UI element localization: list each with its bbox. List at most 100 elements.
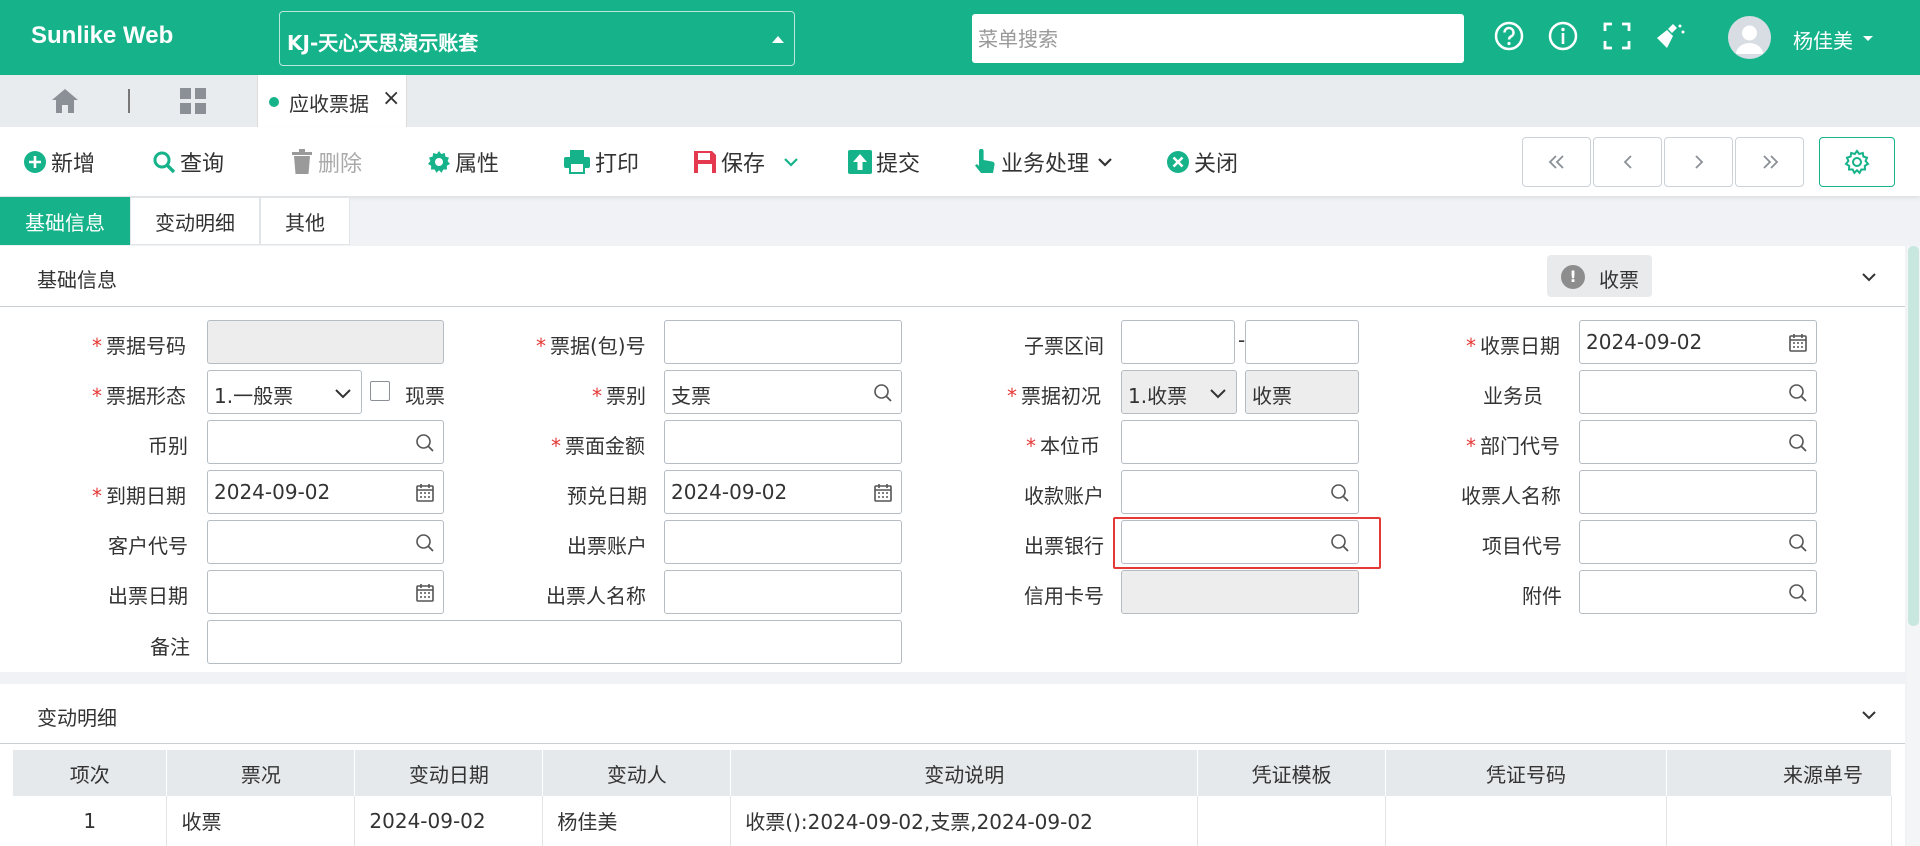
previous-record-button[interactable] [1593, 137, 1662, 187]
search-icon[interactable] [415, 533, 435, 553]
table-cell [1666, 796, 1892, 846]
table-cell: 收票():2024-09-02,支票,2024-09-02 [730, 796, 1199, 846]
chevron-down-icon[interactable] [783, 156, 799, 168]
calendar-icon[interactable] [415, 583, 435, 603]
drawer-name-field[interactable] [664, 570, 902, 614]
toolbar: 新增 查询 删除 属性 打印 保存 提交 业务处理 关闭 [0, 127, 1920, 196]
close-button[interactable]: 关闭 [1166, 147, 1238, 177]
add-button[interactable]: 新增 [23, 147, 95, 177]
bill-no-label: * 票据号码 [92, 334, 186, 358]
search-icon [153, 151, 176, 174]
sub-range-from-field[interactable] [1121, 320, 1235, 364]
local-currency-field[interactable] [1121, 420, 1359, 464]
remark-field[interactable] [207, 620, 902, 664]
search-icon[interactable] [1788, 583, 1808, 603]
attachment-field[interactable] [1579, 570, 1817, 614]
calendar-icon[interactable] [1788, 333, 1808, 353]
home-icon[interactable] [50, 87, 80, 115]
scrollbar-thumb[interactable] [1908, 246, 1919, 626]
close-icon[interactable]: × [382, 86, 400, 111]
project-code-field[interactable] [1579, 520, 1817, 564]
salesman-field[interactable] [1579, 370, 1817, 414]
avatar[interactable] [1728, 16, 1771, 59]
receive-date-field[interactable]: 2024-09-02 [1579, 320, 1817, 364]
sub-range-to-field[interactable] [1245, 320, 1359, 364]
dept-code-field[interactable] [1579, 420, 1817, 464]
bill-form-select[interactable]: 1.一般票 [207, 370, 362, 414]
bill-pkg-no-field[interactable] [664, 320, 902, 364]
first-record-button[interactable] [1522, 137, 1591, 187]
caret-down-icon[interactable] [1863, 36, 1873, 41]
menu-search-input[interactable] [972, 14, 1464, 63]
account-set-select[interactable]: KJ-天心天思演示账套 [279, 11, 795, 66]
tab-other[interactable]: 其他 [260, 197, 350, 245]
column-header[interactable]: 凭证模板 [1197, 750, 1387, 796]
cash-ticket-checkbox[interactable] [370, 381, 390, 401]
salesman-label: 业务员 [1483, 384, 1543, 408]
search-icon[interactable] [873, 383, 893, 403]
print-label: 打印 [595, 152, 640, 177]
tab-basic-info[interactable]: 基础信息 [0, 197, 130, 245]
sub-range-label: 子票区间 [1024, 334, 1104, 358]
last-record-button[interactable] [1735, 137, 1804, 187]
face-amount-field[interactable] [664, 420, 902, 464]
bill-type-field[interactable]: 支票 [664, 370, 902, 414]
settings-button[interactable] [1819, 137, 1895, 187]
search-icon[interactable] [1330, 483, 1350, 503]
payee-name-field[interactable] [1579, 470, 1817, 514]
drawer-account-field[interactable] [664, 520, 902, 564]
info-icon[interactable] [1547, 20, 1579, 52]
query-button[interactable]: 查询 [152, 147, 224, 177]
credit-card-label: 信用卡号 [1024, 584, 1104, 608]
search-icon[interactable] [1788, 383, 1808, 403]
search-icon[interactable] [1788, 533, 1808, 553]
table-cell [1197, 796, 1387, 846]
column-header[interactable]: 凭证号码 [1385, 750, 1667, 796]
print-button[interactable]: 打印 [563, 147, 639, 177]
remark-label: 备注 [150, 635, 190, 659]
due-date-field[interactable]: 2024-09-02 [207, 470, 444, 514]
column-header[interactable]: 变动人 [542, 750, 732, 796]
query-label: 查询 [180, 152, 225, 177]
username[interactable]: 杨佳美 [1793, 25, 1853, 54]
bill-init-select[interactable]: 1.收票 [1121, 370, 1237, 414]
receive-account-field[interactable] [1121, 470, 1359, 514]
delete-button[interactable]: 删除 [290, 147, 362, 177]
clean-icon[interactable] [1655, 20, 1687, 52]
active-dot-icon [269, 97, 279, 107]
submit-button[interactable]: 提交 [848, 147, 920, 177]
currency-field[interactable] [207, 420, 444, 464]
help-icon[interactable] [1493, 20, 1525, 52]
column-header[interactable]: 来源单号 [1666, 750, 1892, 796]
drawer-bank-field[interactable] [1121, 520, 1359, 564]
search-icon[interactable] [1788, 433, 1808, 453]
customer-code-field[interactable] [207, 520, 444, 564]
issue-date-field[interactable] [207, 570, 444, 614]
next-record-button[interactable] [1664, 137, 1733, 187]
properties-button[interactable]: 属性 [427, 147, 499, 177]
column-header[interactable]: 变动日期 [354, 750, 544, 796]
vertical-scrollbar[interactable] [1907, 246, 1920, 846]
calendar-icon[interactable] [873, 483, 893, 503]
tab-receivable-notes[interactable]: 应收票据 × [257, 75, 407, 127]
bill-no-field[interactable] [207, 320, 444, 364]
column-header[interactable]: 项次 [13, 750, 168, 796]
table-row[interactable]: 1 收票 2024-09-02 杨佳美 收票():2024-09-02,支票,2… [13, 796, 1892, 846]
collapse-chevron-icon[interactable] [1860, 706, 1878, 724]
tab-change-details[interactable]: 变动明细 [130, 197, 260, 245]
fullscreen-icon[interactable] [1601, 20, 1633, 52]
calendar-icon[interactable] [415, 483, 435, 503]
bill-type-label: * 票别 [592, 384, 646, 408]
expected-date-field[interactable]: 2024-09-02 [664, 470, 902, 514]
save-button[interactable]: 保存 [693, 147, 765, 177]
chevron-down-icon [1098, 158, 1112, 167]
plus-circle-icon [24, 151, 46, 173]
apps-grid-icon[interactable] [178, 86, 208, 116]
business-process-button[interactable]: 业务处理 [973, 147, 1117, 177]
add-label: 新增 [51, 152, 96, 177]
search-icon[interactable] [415, 433, 435, 453]
column-header[interactable]: 变动说明 [730, 750, 1199, 796]
search-icon[interactable] [1330, 533, 1350, 553]
column-header[interactable]: 票况 [166, 750, 356, 796]
collapse-chevron-icon[interactable] [1860, 268, 1878, 286]
